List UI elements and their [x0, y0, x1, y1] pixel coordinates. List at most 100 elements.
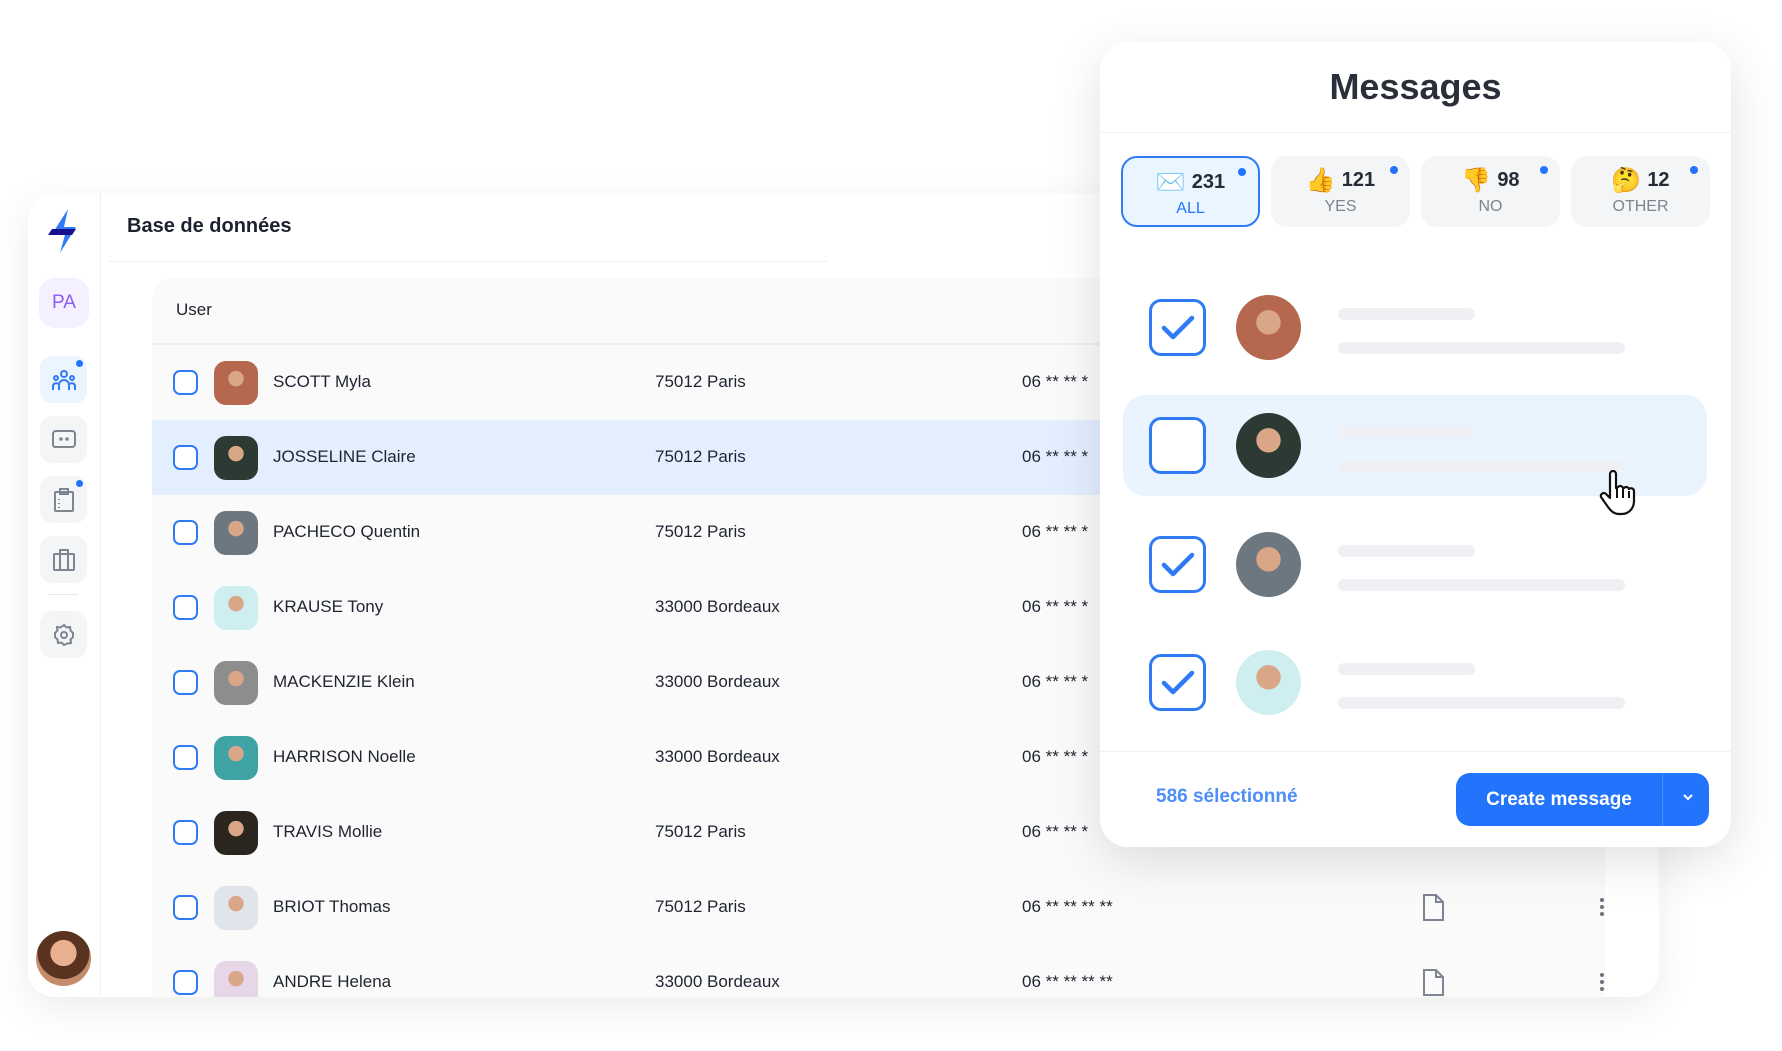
avatar	[214, 511, 258, 555]
checkmark-icon	[1161, 670, 1194, 694]
tab-other[interactable]: 🤔 12 OTHER	[1571, 156, 1710, 227]
user-name[interactable]: KRAUSE Tony	[273, 597, 383, 617]
sidebar-item-messages[interactable]	[40, 416, 87, 463]
avatar	[214, 811, 258, 855]
row-checkbox[interactable]	[173, 820, 198, 845]
briefcase-icon	[52, 548, 75, 571]
page-title: Base de données	[127, 215, 292, 237]
row-checkbox[interactable]	[173, 370, 198, 395]
message-list-item[interactable]	[1123, 514, 1707, 615]
message-checkbox[interactable]	[1149, 299, 1206, 356]
user-city: 75012 Paris	[655, 372, 746, 391]
button-separator	[1662, 773, 1663, 826]
row-checkbox[interactable]	[173, 520, 198, 545]
sidebar: PA	[28, 193, 101, 997]
row-checkbox[interactable]	[173, 745, 198, 770]
avatar	[214, 886, 258, 930]
avatar	[1236, 413, 1301, 478]
tab-emoji-icon: 👍	[1305, 167, 1336, 194]
user-name[interactable]: HARRISON Noelle	[273, 747, 416, 767]
user-phone: 06 ** ** *	[1022, 447, 1089, 466]
avatar	[214, 436, 258, 480]
sidebar-item-users[interactable]	[40, 356, 87, 403]
user-name[interactable]: SCOTT Myla	[273, 372, 371, 392]
lightning-logo-icon[interactable]	[46, 207, 82, 255]
skeleton-line	[1338, 460, 1625, 472]
tab-yes[interactable]: 👍 121 YES	[1271, 156, 1410, 227]
table-row[interactable]: BRIOT Thomas 75012 Paris 06 ** ** ** **	[152, 870, 1605, 945]
skeleton-line	[1338, 545, 1475, 557]
notification-dot	[76, 360, 83, 367]
document-icon[interactable]	[1422, 894, 1444, 921]
message-checkbox[interactable]	[1149, 536, 1206, 593]
user-city: 75012 Paris	[655, 897, 746, 916]
messages-panel: Messages 586 sélectionné Create message …	[1100, 42, 1731, 847]
avatar	[214, 586, 258, 630]
tab-label: NO	[1478, 198, 1503, 215]
tab-emoji-icon: 🤔	[1611, 167, 1642, 194]
message-list-item[interactable]	[1123, 632, 1707, 733]
avatar	[214, 961, 258, 997]
row-checkbox[interactable]	[173, 970, 198, 995]
avatar	[214, 661, 258, 705]
tab-count: 231	[1191, 171, 1226, 193]
create-message-label[interactable]: Create message	[1456, 789, 1662, 811]
skeleton-line	[1338, 697, 1625, 709]
tab-emoji-icon: ✉️	[1155, 169, 1186, 196]
notification-dot	[76, 480, 83, 487]
user-city: 33000 Bordeaux	[655, 597, 780, 616]
more-options-icon[interactable]	[1599, 972, 1605, 992]
user-phone: 06 ** ** *	[1022, 822, 1089, 841]
table-row[interactable]: ANDRE Helena 33000 Bordeaux 06 ** ** ** **	[152, 945, 1605, 997]
user-phone: 06 ** ** ** **	[1022, 972, 1113, 991]
message-checkbox[interactable]	[1149, 417, 1206, 474]
tab-emoji-icon: 👎	[1461, 167, 1492, 194]
tab-no[interactable]: 👎 98 NO	[1421, 156, 1560, 227]
divider	[108, 261, 828, 262]
row-checkbox[interactable]	[173, 670, 198, 695]
notification-dot	[1540, 166, 1548, 174]
more-options-icon[interactable]	[1599, 897, 1605, 917]
skeleton-line	[1338, 663, 1475, 675]
selected-count: 586 sélectionné	[1156, 786, 1298, 807]
user-initials-badge[interactable]: PA	[39, 278, 89, 328]
avatar	[214, 736, 258, 780]
tab-all[interactable]: ✉️ 231 ALL	[1121, 156, 1260, 227]
user-name[interactable]: TRAVIS Mollie	[273, 822, 382, 842]
sidebar-item-briefcase[interactable]	[40, 536, 87, 583]
skeleton-line	[1338, 342, 1625, 354]
user-phone: 06 ** ** *	[1022, 747, 1089, 766]
tab-label: OTHER	[1612, 198, 1669, 215]
user-phone: 06 ** ** *	[1022, 672, 1089, 691]
chevron-down-icon[interactable]	[1678, 787, 1698, 807]
skeleton-line	[1338, 308, 1475, 320]
user-phone: 06 ** ** *	[1022, 597, 1089, 616]
chat-icon	[51, 429, 76, 448]
message-list-item[interactable]	[1123, 277, 1707, 378]
notification-dot	[1690, 166, 1698, 174]
row-checkbox[interactable]	[173, 445, 198, 470]
user-name[interactable]: BRIOT Thomas	[273, 897, 390, 917]
user-name[interactable]: ANDRE Helena	[273, 972, 391, 992]
user-city: 33000 Bordeaux	[655, 672, 780, 691]
sidebar-item-settings[interactable]	[40, 611, 87, 658]
document-icon[interactable]	[1422, 969, 1444, 996]
create-message-button[interactable]: Create message	[1456, 773, 1709, 826]
notification-dot	[1390, 166, 1398, 174]
user-name[interactable]: PACHECO Quentin	[273, 522, 420, 542]
current-user-avatar[interactable]	[36, 931, 91, 986]
user-name[interactable]: JOSSELINE Claire	[273, 447, 416, 467]
sidebar-item-clipboard[interactable]	[40, 476, 87, 523]
row-checkbox[interactable]	[173, 895, 198, 920]
tab-count: 121	[1341, 169, 1376, 191]
user-phone: 06 ** ** ** **	[1022, 897, 1113, 916]
tab-label: ALL	[1176, 200, 1205, 217]
divider	[1100, 751, 1731, 752]
tab-count: 12	[1647, 169, 1670, 191]
row-checkbox[interactable]	[173, 595, 198, 620]
notification-dot	[1238, 168, 1246, 176]
message-checkbox[interactable]	[1149, 654, 1206, 711]
column-header-user[interactable]: User	[176, 300, 212, 320]
users-icon	[51, 369, 76, 390]
user-name[interactable]: MACKENZIE Klein	[273, 672, 415, 692]
